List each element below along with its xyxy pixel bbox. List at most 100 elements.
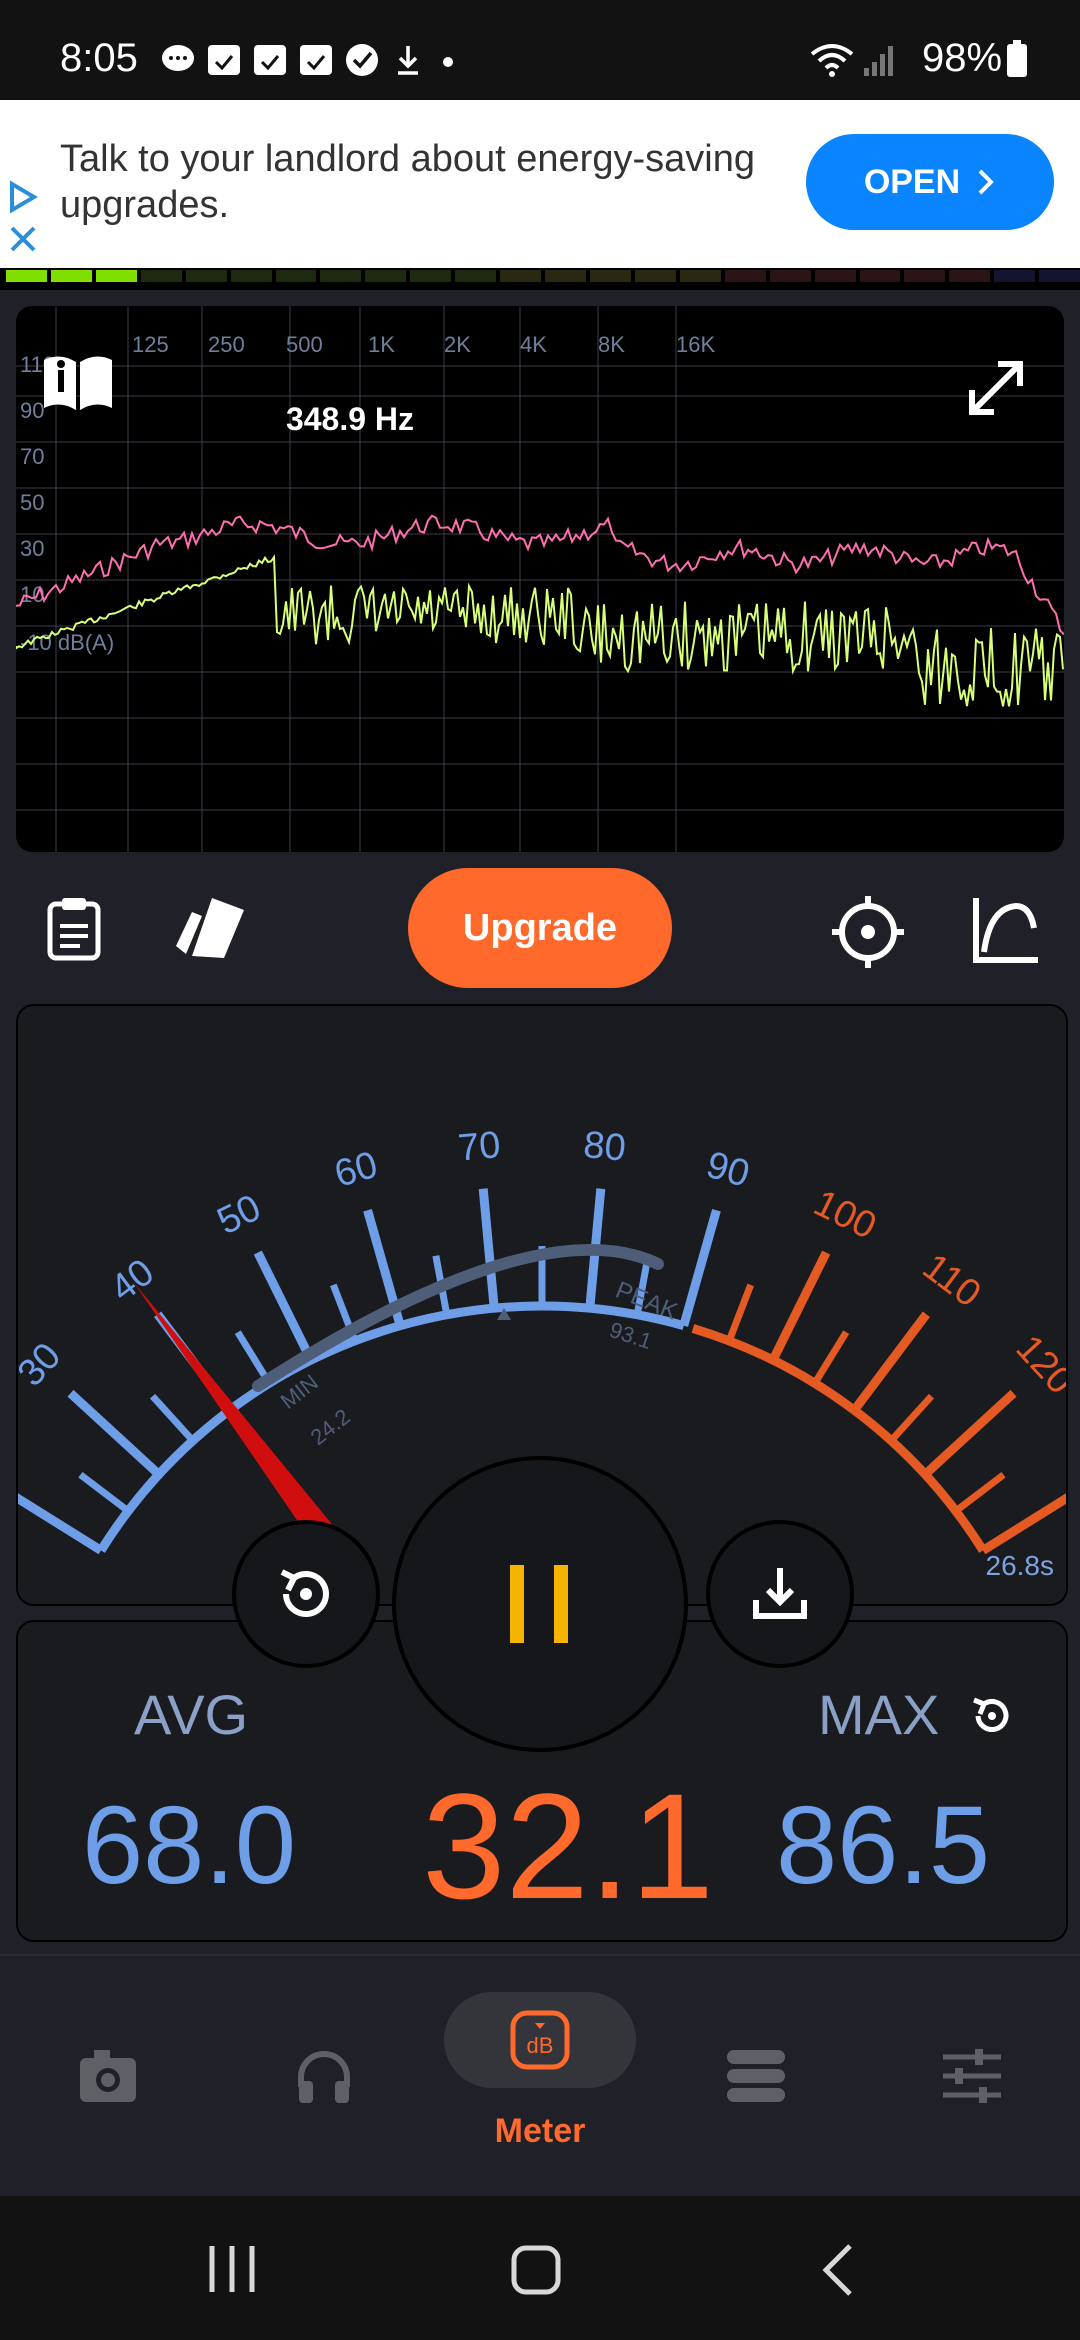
call-filter-icon <box>254 45 286 75</box>
guide-book-icon[interactable] <box>38 350 118 416</box>
ad-open-button[interactable]: OPEN <box>806 134 1054 230</box>
system-nav-bar <box>0 2196 1080 2340</box>
level-segment <box>994 270 1036 282</box>
chevron-right-icon <box>978 169 995 195</box>
nav-meter-label: Meter <box>494 2112 586 2150</box>
status-time: 8:05 <box>60 36 138 80</box>
level-segment <box>140 270 182 282</box>
calibration-cards-icon[interactable] <box>172 892 248 962</box>
wifi-icon <box>810 44 854 77</box>
ad-choices-icon[interactable] <box>6 180 40 214</box>
spectrum-analyzer[interactable]: 125 250 500 1K 2K 4K 8K 16K 110 90 70 50 30 10 -10 dB… <box>16 306 1064 852</box>
status-bar: 8:05 98% <box>0 0 1080 100</box>
fullscreen-icon[interactable] <box>962 354 1030 422</box>
db-meter-icon: dB <box>510 2010 570 2070</box>
meter-scale-label: 80 <box>582 1124 628 1170</box>
meter-tick <box>67 1389 162 1478</box>
pause-button[interactable] <box>392 1456 688 1752</box>
level-segment <box>634 270 676 282</box>
connectivity-icons <box>808 42 898 78</box>
pause-icon <box>510 1565 568 1643</box>
reset-button[interactable] <box>232 1520 380 1668</box>
report-clipboard-icon[interactable] <box>44 896 104 962</box>
meter-scale-label: 60 <box>330 1144 382 1196</box>
nav-headphones[interactable] <box>256 1956 392 2196</box>
current-db-value: 32.1 <box>422 1762 714 1930</box>
download-icon <box>753 1568 807 1619</box>
nav-settings[interactable] <box>904 1956 1040 2196</box>
meter-tick <box>850 1311 930 1413</box>
level-segment <box>365 270 407 282</box>
level-segment <box>410 270 452 282</box>
freq-tick-label: 500 <box>286 332 323 357</box>
meter-tick <box>253 1250 316 1363</box>
meter-tick <box>811 1330 850 1386</box>
meter-scale-label: 120 <box>1008 1327 1066 1402</box>
meter-tick <box>922 1389 1017 1478</box>
meter-tick <box>953 1471 1006 1514</box>
meter-needle <box>133 1282 344 1555</box>
freq-tick-label: 8K <box>598 332 625 357</box>
reset-max-icon[interactable] <box>968 1692 1016 1740</box>
list-icon <box>727 2050 785 2102</box>
max-label: MAX <box>818 1683 940 1746</box>
level-segment <box>589 270 631 282</box>
battery-percent: 98% <box>922 36 1003 80</box>
meter-tick <box>679 1209 721 1327</box>
meter-tick <box>768 1250 831 1363</box>
level-segment <box>545 270 586 282</box>
home-icon[interactable] <box>510 2244 562 2296</box>
freq-tick-label: 16K <box>676 332 715 357</box>
nav-meter[interactable]: dB <box>444 1992 636 2088</box>
level-segment <box>185 270 227 282</box>
level-segment <box>859 270 901 282</box>
min-value: 24.2 <box>306 1404 355 1450</box>
meter-tick <box>980 1493 1066 1555</box>
save-button[interactable] <box>706 1520 854 1668</box>
ad-banner[interactable]: Talk to your landlord about energy-savin… <box>0 100 1080 268</box>
level-segment <box>904 270 946 282</box>
recent-apps-icon[interactable] <box>206 2244 258 2294</box>
battery-indicator: 98% <box>922 36 1028 81</box>
avg-value: 68.0 <box>82 1784 297 1907</box>
avg-label: AVG <box>134 1683 249 1746</box>
db-tick-label: 10 <box>20 582 44 607</box>
level-segment <box>50 270 92 282</box>
level-strip <box>0 270 1080 286</box>
back-icon[interactable] <box>818 2242 858 2298</box>
camera-icon <box>80 2050 136 2102</box>
db-tick-label: 30 <box>20 536 44 561</box>
freq-tick-label: 250 <box>208 332 245 357</box>
meter-tick <box>18 1493 104 1555</box>
level-segment <box>1039 270 1080 282</box>
meter-tick <box>78 1471 131 1514</box>
meter-scale-label: 30 <box>18 1335 69 1395</box>
level-segment <box>724 270 766 282</box>
upgrade-button[interactable]: Upgrade <box>408 868 672 988</box>
curve-graph-icon[interactable] <box>970 894 1042 966</box>
freq-tick-label: 2K <box>444 332 471 357</box>
notification-icons <box>160 42 460 78</box>
cursor-readout: 348.9 Hz <box>286 401 414 437</box>
peak-value: 93.1 <box>606 1317 654 1354</box>
battery-icon <box>1007 39 1028 77</box>
check-circle-icon <box>346 44 378 76</box>
freq-tick-label: 1K <box>368 332 395 357</box>
ad-close-icon[interactable] <box>8 224 38 254</box>
level-segment <box>679 270 721 282</box>
crosshair-target-icon[interactable] <box>830 894 906 970</box>
db-tick-label: -10 dB(A) <box>20 630 114 655</box>
db-tick-label: 70 <box>20 444 44 469</box>
svg-text:dB: dB <box>527 2033 554 2058</box>
level-segment <box>949 270 991 282</box>
nav-history[interactable] <box>688 1956 824 2196</box>
download-icon <box>398 46 418 75</box>
level-segment <box>455 270 497 282</box>
nav-camera[interactable] <box>40 1956 176 2196</box>
meter-scale-label: 100 <box>807 1182 882 1248</box>
level-segment <box>95 270 137 282</box>
meter-tick <box>888 1393 935 1444</box>
freq-tick-label: 125 <box>132 332 169 357</box>
reset-icon <box>280 1569 329 1617</box>
call-filter-icon <box>300 45 332 75</box>
